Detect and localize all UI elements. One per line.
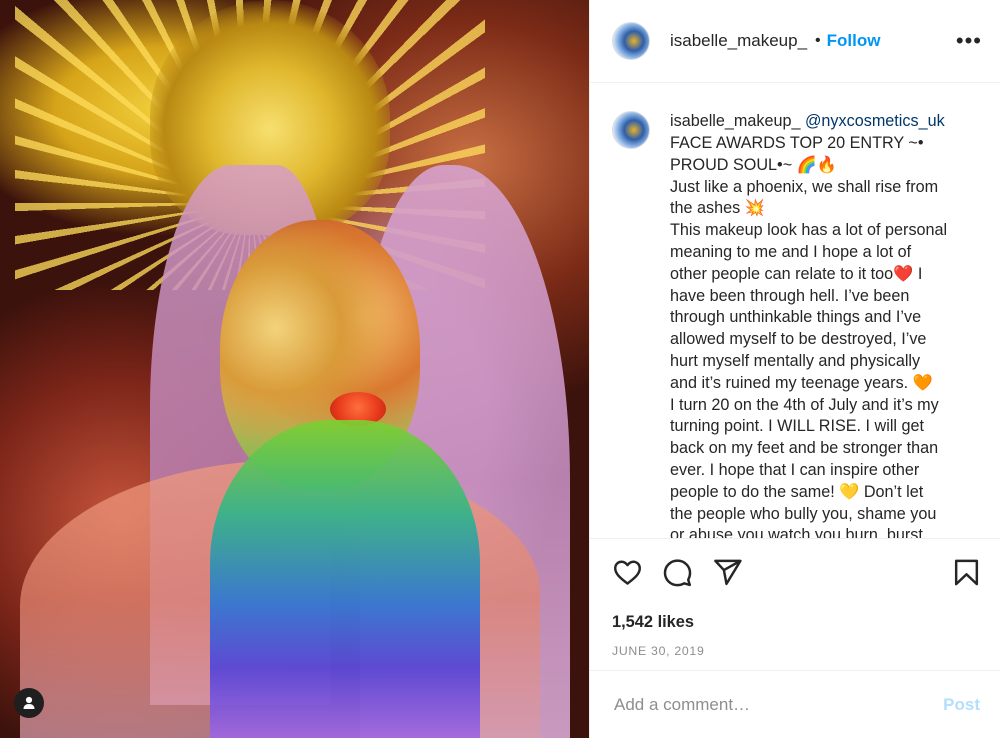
comment-icon[interactable]	[662, 557, 693, 588]
caption-line: This makeup look has a lot of personal	[670, 221, 948, 240]
post-button[interactable]: Post	[943, 695, 980, 715]
caption-line: ever. I hope that I can inspire other	[670, 461, 920, 480]
follow-button[interactable]: Follow	[827, 31, 881, 51]
phoenix-body-paint	[210, 420, 480, 738]
avatar[interactable]	[612, 22, 650, 61]
caption-line: the ashes 💥	[670, 199, 765, 218]
post-sidebar: isabelle_makeup_ • Follow ••• isabelle_m…	[590, 0, 1000, 738]
caption-line: FACE AWARDS TOP 20 ENTRY ~•	[670, 134, 924, 153]
caption-line: and it’s ruined my teenage years. 🧡	[670, 373, 933, 392]
post-date: JUNE 30, 2019	[590, 639, 1000, 672]
caption: isabelle_makeup_ @nyxcosmetics_uk FACE A…	[590, 83, 1000, 538]
instagram-post: isabelle_makeup_ • Follow ••• isabelle_m…	[0, 0, 1000, 738]
caption-line: PROUD SOUL•~ 🌈🔥	[670, 155, 837, 174]
user-icon[interactable]	[14, 688, 44, 718]
caption-line: other people can relate to it too❤️ I	[670, 264, 923, 283]
caption-username-link[interactable]: isabelle_makeup_	[670, 112, 801, 130]
caption-line: people to do the same! 💛 Don’t let	[670, 482, 924, 501]
comment-input[interactable]	[612, 693, 944, 716]
share-icon[interactable]	[712, 557, 743, 588]
caption-line: I turn 20 on the 4th of July and it’s my	[670, 395, 939, 414]
separator-dot: •	[815, 32, 821, 50]
caption-line: the people who bully you, shame you	[670, 504, 937, 523]
caption-line: or abuse you watch you burn, burst	[670, 526, 923, 539]
action-bar	[590, 538, 1000, 605]
caption-line: allowed myself to be destroyed, I’ve	[670, 330, 927, 349]
more-options-icon[interactable]: •••	[956, 28, 982, 54]
post-header: isabelle_makeup_ • Follow •••	[590, 0, 1000, 84]
caption-line: turning point. I WILL RISE. I will get	[670, 417, 925, 436]
caption-line: meaning to me and I hope a lot of	[670, 243, 912, 262]
username-link[interactable]: isabelle_makeup_	[670, 31, 807, 51]
mention-link[interactable]: @nyxcosmetics_uk	[805, 112, 945, 130]
bookmark-icon[interactable]	[951, 557, 982, 588]
avatar[interactable]	[612, 111, 650, 150]
comment-bar: Post	[590, 671, 1000, 738]
caption-line: through unthinkable things and I’ve	[670, 308, 922, 327]
caption-line: hurt myself mentally and physically	[670, 352, 921, 371]
caption-line: back on my feet and be stronger than	[670, 439, 939, 458]
post-image[interactable]	[0, 0, 589, 738]
caption-text: isabelle_makeup_ @nyxcosmetics_uk FACE A…	[670, 111, 982, 538]
caption-line: have been through hell. I’ve been	[670, 286, 910, 305]
caption-line: Just like a phoenix, we shall rise from	[670, 177, 939, 196]
heart-icon[interactable]	[612, 557, 643, 588]
likes-count[interactable]: 1,542 likes	[590, 605, 1000, 639]
